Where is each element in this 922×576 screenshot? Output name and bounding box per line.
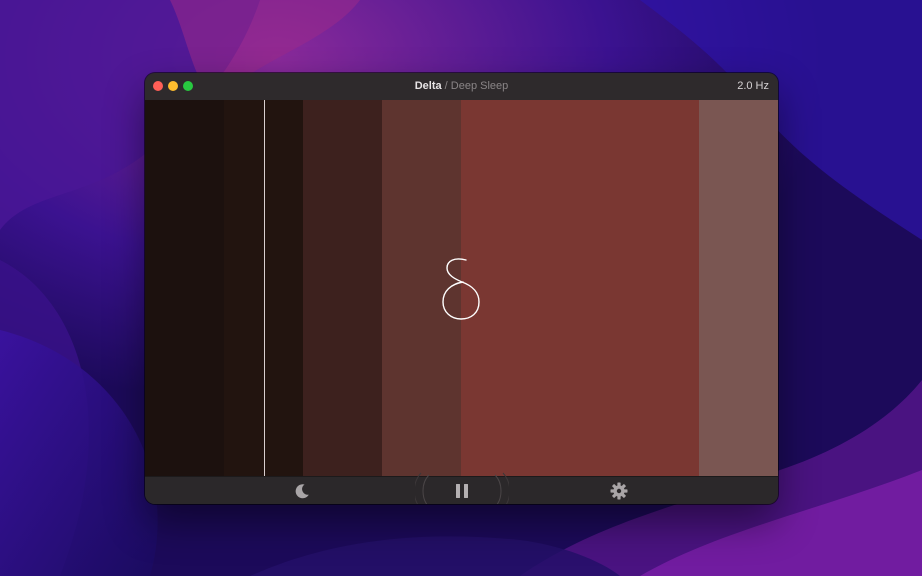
- pause-button[interactable]: [442, 477, 482, 504]
- sleep-timer-button[interactable]: [290, 477, 314, 504]
- title-bar: Delta / Deep Sleep 2.0 Hz: [145, 73, 778, 101]
- title-separator: /: [441, 80, 451, 92]
- moon-icon: [295, 484, 309, 499]
- color-band-1: [145, 100, 224, 476]
- app-window: Delta / Deep Sleep 2.0 Hz: [145, 73, 778, 504]
- mode-name: Deep Sleep: [450, 80, 509, 92]
- settings-button[interactable]: [607, 477, 631, 504]
- frequency-readout: 2.0 Hz: [737, 80, 769, 92]
- window-title: Delta / Deep Sleep: [145, 73, 778, 100]
- color-band-6: [699, 100, 778, 476]
- delta-glyph-icon: [442, 258, 480, 320]
- color-band-5: [461, 100, 699, 476]
- gear-icon: [610, 482, 628, 500]
- visualizer-canvas[interactable]: [145, 100, 778, 476]
- wave-name: Delta: [414, 80, 442, 92]
- bottom-toolbar: [145, 472, 778, 504]
- color-band-3: [303, 100, 382, 476]
- pause-icon: [456, 484, 468, 498]
- playhead-line: [264, 100, 265, 476]
